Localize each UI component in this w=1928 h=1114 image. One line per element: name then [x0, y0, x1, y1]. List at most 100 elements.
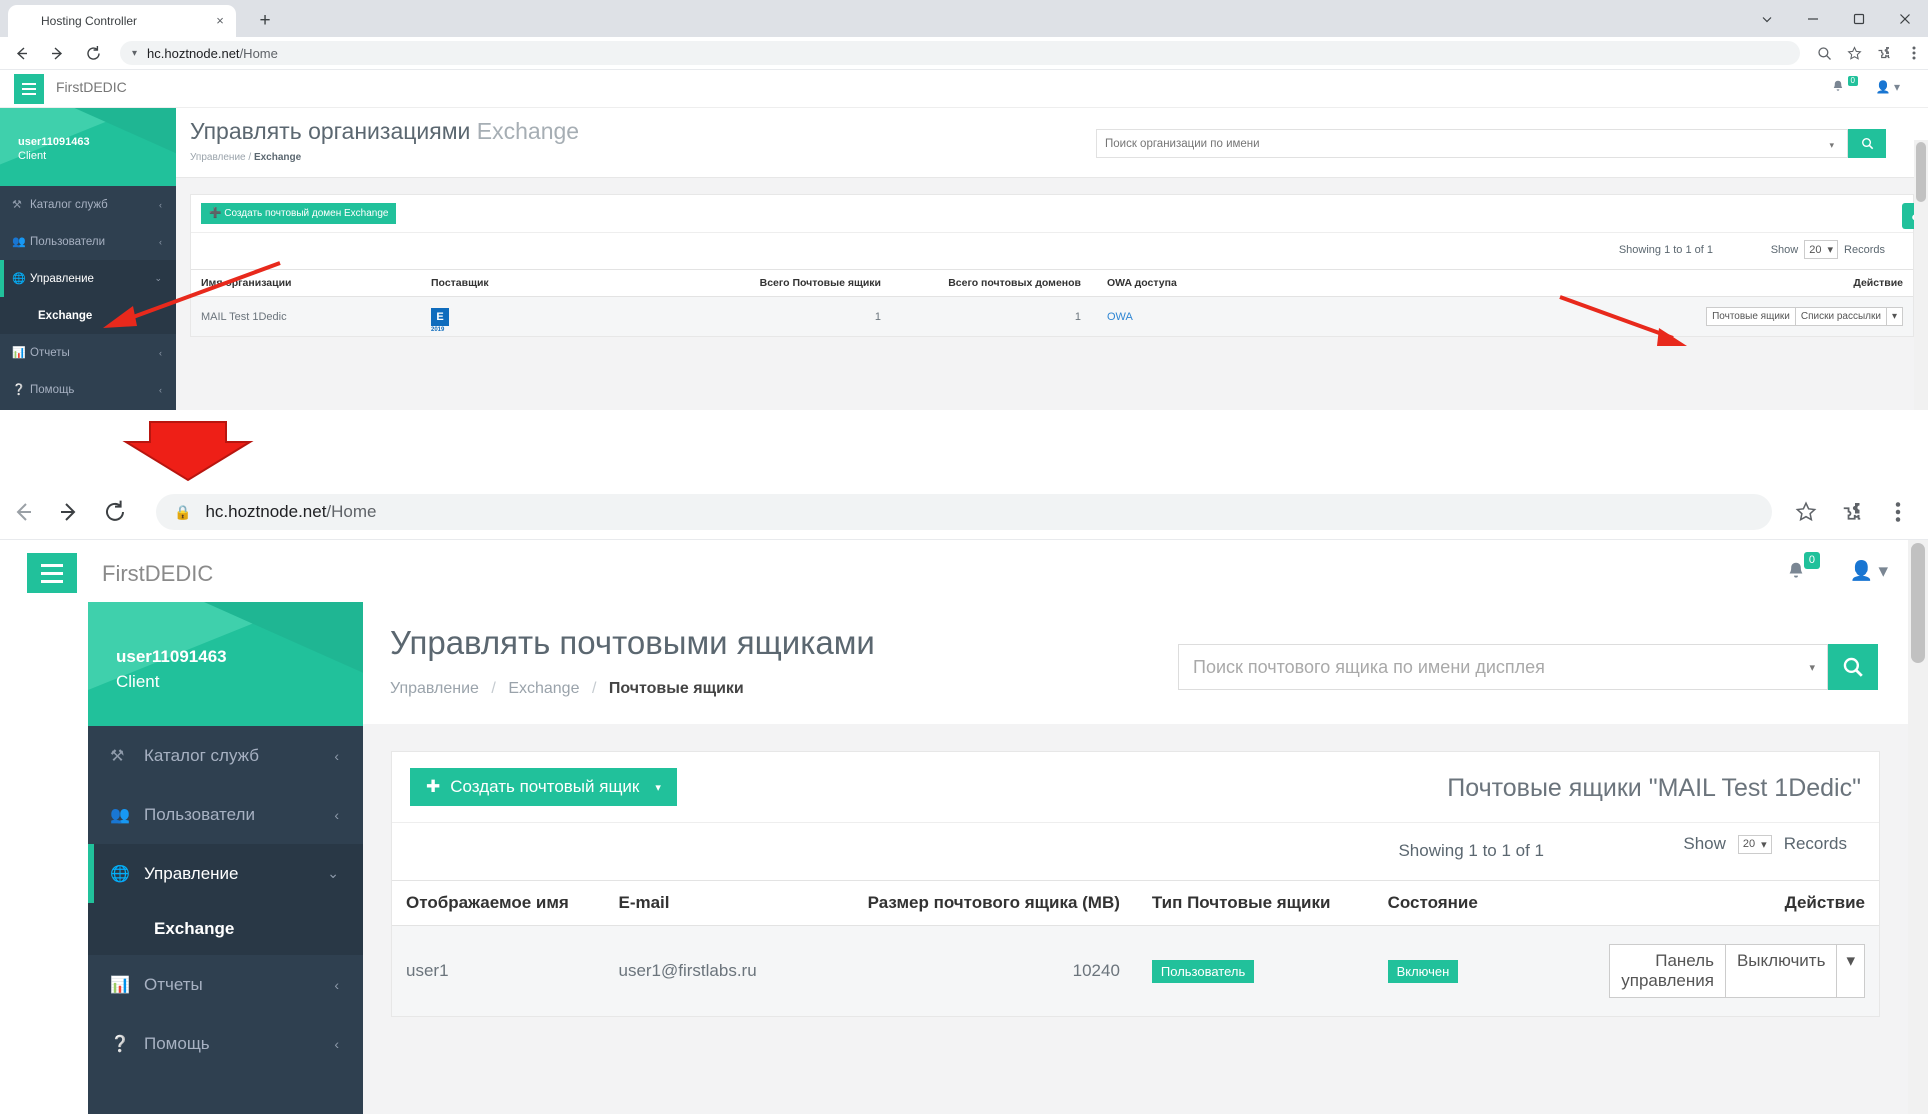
sidebar-item-help[interactable]: ❔ Помощь ‹	[88, 1014, 363, 1073]
chevron-down-icon[interactable]: ▾	[655, 781, 661, 794]
sidebar-item-exchange[interactable]: Exchange	[88, 903, 363, 955]
sidebar-item-exchange[interactable]: Exchange	[0, 297, 176, 334]
col-mailbox-type: Тип Почтовые ящики	[1133, 880, 1370, 926]
sidebar-item-catalog[interactable]: ⚒ Каталог служб ‹	[88, 726, 363, 785]
table-header-row: Отображаемое имя E-mail Размер почтового…	[392, 880, 1879, 926]
cell-action: Панель управления Выключить ▾	[1595, 925, 1879, 1016]
table-row: MAIL Test 1Dedic E 2019 1 1 OWA Почтовые…	[191, 296, 1913, 336]
reload-icon[interactable]	[78, 38, 108, 68]
sidebar-item-management[interactable]: 🌐 Управление ⌄	[0, 260, 176, 297]
action-disable-button[interactable]: Выключить	[1726, 945, 1838, 997]
chevron-down-icon: ▾	[132, 47, 138, 59]
chrome-menu-icon[interactable]	[1900, 39, 1928, 67]
chevron-down-icon[interactable]: ▾	[1829, 140, 1834, 151]
action-distribution-lists-button[interactable]: Списки рассылки	[1795, 308, 1887, 325]
page-header-top: Управлять организациями Exchange Управле…	[176, 108, 1928, 178]
maximize-icon[interactable]	[1836, 0, 1882, 37]
scrollbar-thumb[interactable]	[1911, 543, 1925, 663]
main-content-bottom: Управлять почтовыми ящиками Управление /…	[363, 602, 1908, 1114]
sidebar-user-role: Client	[116, 672, 160, 691]
sidebar-item-label: Exchange	[38, 309, 93, 322]
breadcrumb-item-1[interactable]: Управление	[190, 152, 246, 163]
main-content-top: Управлять организациями Exchange Управле…	[176, 108, 1928, 410]
chevron-left-icon: ‹	[334, 806, 339, 823]
chevron-down-icon: ⌄	[154, 273, 162, 283]
extensions-puzzle-icon[interactable]	[1832, 492, 1872, 532]
app-brand: FirstDEDIC	[56, 79, 127, 95]
breadcrumb-item-2[interactable]: Exchange	[508, 680, 579, 697]
col-state: Состояние	[1369, 880, 1596, 926]
sidebar-item-help[interactable]: ❔ Помощь ‹	[0, 371, 176, 408]
action-caret-icon[interactable]: ▾	[1886, 308, 1902, 325]
breadcrumb-item-1[interactable]: Управление	[390, 680, 479, 697]
chevron-down-icon[interactable]: ▾	[1809, 661, 1815, 674]
chrome-menu-caret-icon[interactable]	[1744, 0, 1790, 37]
zoom-search-icon[interactable]	[1810, 39, 1838, 67]
search-button[interactable]	[1828, 644, 1878, 690]
create-exchange-domain-button[interactable]: ➕ Создать почтовый домен Exchange	[201, 203, 397, 224]
bookmark-star-icon[interactable]	[1786, 492, 1826, 532]
action-caret-icon[interactable]: ▾	[1837, 945, 1864, 997]
sidebar-item-reports[interactable]: 📊 Отчеты ‹	[0, 334, 176, 371]
mailboxes-panel: ✚ Создать почтовый ящик ▾ Почтовые ящики…	[391, 751, 1880, 1017]
browser-window-bottom: 🔒 hc.hoztnode.net/Home FirstDEDIC 0 👤 ▾ …	[0, 485, 1928, 1114]
search-button[interactable]	[1848, 129, 1886, 158]
chevron-left-icon: ‹	[159, 347, 162, 358]
page-title-light: Exchange	[476, 118, 580, 144]
page-scrollbar-bottom[interactable]	[1908, 540, 1928, 1114]
plus-icon: ✚	[426, 777, 441, 796]
chrome-menu-icon[interactable]	[1878, 492, 1918, 532]
back-icon[interactable]	[0, 489, 46, 535]
help-icon: ❔	[110, 1035, 130, 1053]
orgs-table: Имя организации Поставщик Всего Почтовые…	[191, 269, 1913, 336]
sidebar-item-label: Управление	[30, 272, 94, 285]
col-action: Действие	[1595, 880, 1879, 926]
sidebar-item-reports[interactable]: 📊 Отчеты ‹	[88, 955, 363, 1014]
cell-email: user1@firstlabs.ru	[604, 925, 852, 1016]
search-bar-bottom: Поиск почтового ящика по имени дисплея ▾	[1178, 644, 1878, 690]
breadcrumb-item-2: Exchange	[253, 152, 302, 163]
bookmark-star-icon[interactable]	[1840, 39, 1868, 67]
sidebar-item-catalog[interactable]: ⚒ Каталог служб ‹	[0, 186, 176, 223]
tools-icon: ⚒	[110, 747, 125, 765]
reload-icon[interactable]	[92, 489, 138, 535]
extensions-puzzle-icon[interactable]	[1870, 39, 1898, 67]
scrollbar-thumb[interactable]	[1916, 142, 1926, 202]
tab-title: Hosting Controller	[41, 14, 138, 28]
address-bar-top[interactable]: ▾ hc.hoztnode.net/Home	[120, 41, 1800, 65]
page-scrollbar-top[interactable]	[1914, 140, 1928, 410]
address-bar-bottom[interactable]: 🔒 hc.hoztnode.net/Home	[156, 494, 1772, 530]
search-input[interactable]	[1096, 129, 1848, 158]
close-window-icon[interactable]	[1882, 0, 1928, 37]
user-menu-icon[interactable]: 👤 ▾	[1850, 559, 1888, 583]
sidebar-item-users[interactable]: 👥 Пользователи ‹	[0, 223, 176, 260]
action-control-panel-button[interactable]: Панель управления	[1610, 945, 1726, 997]
forward-icon[interactable]	[42, 38, 72, 68]
forward-icon[interactable]	[46, 489, 92, 535]
browser-tab[interactable]: Hosting Controller ×	[8, 5, 236, 37]
col-provider: Поставщик	[421, 269, 671, 297]
breadcrumb: Управление / Exchange	[190, 152, 301, 163]
user-menu-icon[interactable]: 👤 ▾	[1876, 80, 1900, 94]
menu-toggle-icon[interactable]	[14, 74, 44, 104]
owa-link[interactable]: OWA	[1107, 311, 1133, 323]
breadcrumb-separator: /	[491, 680, 496, 697]
minimize-icon[interactable]	[1790, 0, 1836, 37]
sidebar-top: user11091463 Client ⚒ Каталог служб ‹ 👥 …	[0, 108, 176, 410]
sidebar-item-users[interactable]: 👥 Пользователи ‹	[88, 785, 363, 844]
back-icon[interactable]	[6, 38, 36, 68]
create-mailbox-button[interactable]: ✚ Создать почтовый ящик ▾	[410, 768, 677, 806]
records-select[interactable]: 20 ▾	[1737, 834, 1772, 854]
url-host: hc.hoztnode.net	[147, 45, 240, 61]
sidebar-item-label: Пользователи	[144, 804, 255, 824]
action-mailboxes-button[interactable]: Почтовые ящики	[1707, 308, 1796, 325]
new-tab-button[interactable]: +	[252, 9, 278, 35]
close-icon[interactable]: ×	[212, 13, 228, 29]
exchange-2019-icon: E 2019	[431, 307, 449, 333]
search-input[interactable]: Поиск почтового ящика по имени дисплея ▾	[1178, 644, 1828, 690]
records-select[interactable]: 20 ▾	[1804, 240, 1839, 259]
annotation-big-down-arrow	[122, 421, 254, 482]
menu-toggle-icon[interactable]	[27, 553, 77, 593]
sidebar-item-management[interactable]: 🌐 Управление ⌄	[88, 844, 363, 903]
chevron-left-icon: ‹	[334, 976, 339, 993]
